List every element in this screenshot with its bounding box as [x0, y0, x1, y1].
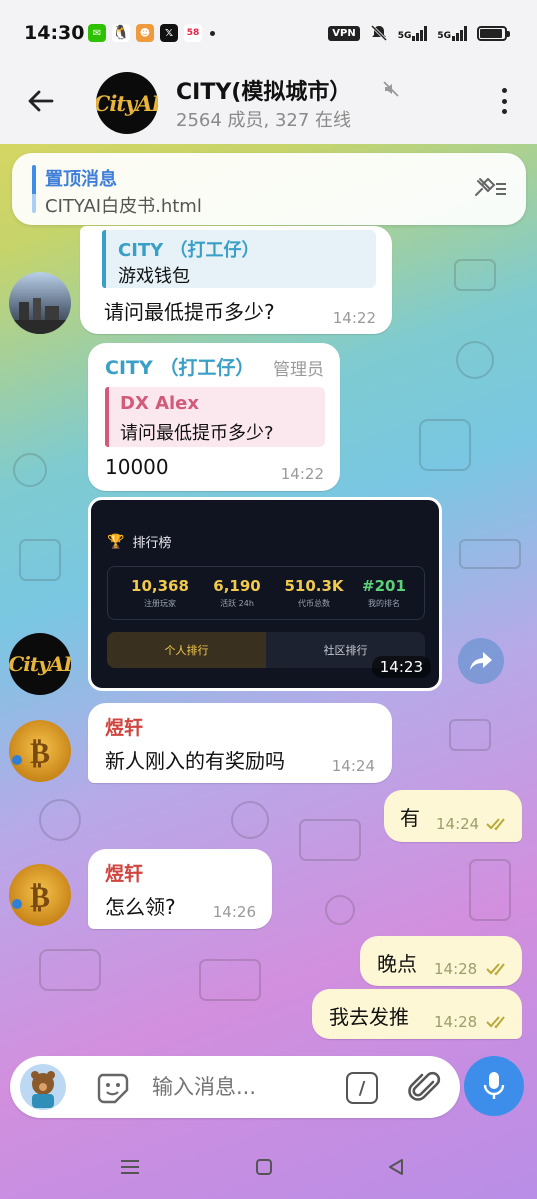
message-text: 有	[400, 806, 420, 830]
signal-2-label: 5G	[437, 31, 451, 41]
message-composer: /	[10, 1056, 460, 1118]
message-text: 怎么领?	[105, 895, 176, 919]
pinned-text: CITYAI白皮书.html	[45, 196, 202, 217]
status-time: 14:30	[24, 22, 85, 44]
status-bar: 14:30 ✉ 🐧 ☻ 𝕏 58 VPN 5G 5G	[0, 0, 537, 64]
signal-2-icon: 5G	[437, 25, 467, 41]
home-icon[interactable]	[255, 1158, 273, 1176]
message-input[interactable]	[152, 1070, 332, 1104]
group-avatar[interactable]: CityAI	[96, 72, 158, 134]
svg-text:₿: ₿	[30, 736, 50, 771]
vpn-badge: VPN	[328, 25, 360, 41]
microphone-icon	[483, 1072, 505, 1099]
voice-record-button[interactable]	[464, 1056, 524, 1116]
share-arrow-icon	[470, 652, 492, 670]
leaderboard-title: 🏆 排行榜	[107, 532, 172, 552]
reply-sender: CITY （打工仔）	[118, 240, 260, 261]
bot-commands-icon[interactable]: /	[346, 1072, 378, 1104]
reply-sender: DX Alex	[120, 393, 200, 414]
reply-preview[interactable]: CITY （打工仔） 游戏钱包	[102, 230, 376, 288]
wechat-icon: ✉	[88, 24, 106, 42]
group-title[interactable]: CITY(模拟城市）	[176, 74, 351, 106]
send-as-avatar[interactable]	[20, 1064, 66, 1110]
reply-text: 请问最低提币多少?	[120, 423, 274, 444]
message-time: 14:24	[331, 757, 375, 775]
forward-button[interactable]	[458, 638, 504, 684]
battery-icon	[477, 25, 510, 41]
message-time: 14:28	[434, 960, 478, 978]
message-bubble[interactable]: CITY （打工仔） 管理员 DX Alex 请问最低提币多少? 10000 1…	[88, 343, 340, 491]
read-receipt-icon	[486, 963, 505, 976]
message-text: 我去发推	[329, 1005, 409, 1029]
message-time: 14:22	[280, 465, 324, 483]
user-avatar-yuxuan[interactable]: ₿	[9, 864, 71, 926]
message-bubble[interactable]: CITY （打工仔） 游戏钱包 请问最低提币多少? 14:22	[80, 226, 392, 334]
member-count: 2564 成员, 327 在线	[176, 110, 352, 131]
pinned-indicator	[32, 165, 36, 213]
leaderboard-stats: 10,368 注册玩家 6,190 活跃 24h 510.3K 代币总数 #201 我的…	[107, 566, 425, 620]
admin-badge: 管理员	[273, 360, 324, 380]
back-icon[interactable]	[387, 1158, 405, 1176]
back-arrow-icon[interactable]	[26, 86, 56, 116]
admin-avatar-logo: CityAI	[9, 652, 71, 676]
user-avatar-dx-alex[interactable]	[9, 272, 71, 334]
attach-icon[interactable]	[408, 1068, 444, 1106]
svg-text:₿: ₿	[30, 880, 50, 915]
reply-text: 游戏钱包	[118, 266, 190, 287]
message-bubble-outgoing[interactable]: 晚点 14:28	[360, 936, 522, 986]
message-time: 14:28	[434, 1013, 478, 1031]
chat-header: CityAI CITY(模拟城市） 2564 成员, 327 在线	[0, 64, 537, 144]
message-bubble-outgoing[interactable]: 我去发推 14:28	[312, 989, 522, 1039]
leaderboard-image[interactable]: 🏆 排行榜 10,368 注册玩家 6,190 活跃 24h 510.3K 代币总数 …	[88, 497, 442, 691]
message-bubble[interactable]: 煜轩 新人刚入的有奖励吗 14:24	[88, 703, 392, 783]
sender-name[interactable]: 煜轩	[105, 713, 143, 740]
app-58-icon: 58	[184, 24, 202, 42]
message-time: 14:22	[332, 309, 376, 327]
message-time: 14:23	[371, 656, 431, 678]
message-time: 14:26	[212, 903, 256, 921]
sticker-icon[interactable]	[96, 1072, 130, 1104]
sender-name[interactable]: 煜轩	[105, 859, 143, 886]
stat-players: 10,368 注册玩家	[131, 577, 189, 608]
trophy-icon: 🏆	[107, 533, 125, 550]
leaderboard-title-text: 排行榜	[132, 536, 172, 551]
pinned-label: 置顶消息	[45, 169, 117, 190]
pinned-message[interactable]: 置顶消息 CITYAI白皮书.html	[12, 153, 526, 225]
game-app-icon: ☻	[136, 24, 154, 42]
stat-active: 6,190 活跃 24h	[213, 577, 261, 608]
x-icon: 𝕏	[160, 24, 178, 42]
tab-personal: 个人排行	[107, 632, 266, 668]
message-text: 请问最低提币多少?	[104, 300, 275, 324]
group-avatar-logo: CityAI	[96, 90, 158, 116]
more-options-icon[interactable]	[501, 88, 507, 114]
notification-icons: ✉ 🐧 ☻ 𝕏 58	[88, 24, 215, 42]
more-notifications-dot	[210, 30, 215, 36]
recent-apps-icon[interactable]	[120, 1158, 140, 1176]
message-time: 14:24	[436, 815, 480, 833]
message-bubble[interactable]: 煜轩 怎么领? 14:26	[88, 849, 272, 929]
bell-muted-icon	[370, 24, 387, 42]
message-bubble-outgoing[interactable]: 有 14:24	[384, 790, 522, 842]
read-receipt-icon	[486, 818, 505, 831]
reply-preview[interactable]: DX Alex 请问最低提币多少?	[105, 387, 325, 447]
system-navigation-bar	[0, 1138, 537, 1199]
stat-tokens: 510.3K 代币总数	[284, 577, 344, 608]
message-text: 新人刚入的有奖励吗	[105, 749, 285, 773]
message-text: 晚点	[377, 952, 417, 976]
pinned-list-icon[interactable]	[470, 175, 508, 201]
stat-my-rank: #201 我的排名	[362, 577, 406, 608]
admin-avatar[interactable]: CityAI	[9, 633, 71, 695]
sender-name[interactable]: CITY （打工仔）	[105, 353, 254, 380]
qq-icon: 🐧	[112, 24, 130, 42]
signal-1-icon: 5G	[398, 25, 428, 41]
muted-speaker-icon	[383, 81, 399, 97]
user-avatar-yuxuan[interactable]: ₿	[9, 720, 71, 782]
signal-1-label: 5G	[397, 31, 412, 41]
message-text: 10000	[105, 455, 169, 479]
read-receipt-icon	[486, 1016, 505, 1029]
system-icons: VPN 5G 5G	[328, 24, 510, 42]
